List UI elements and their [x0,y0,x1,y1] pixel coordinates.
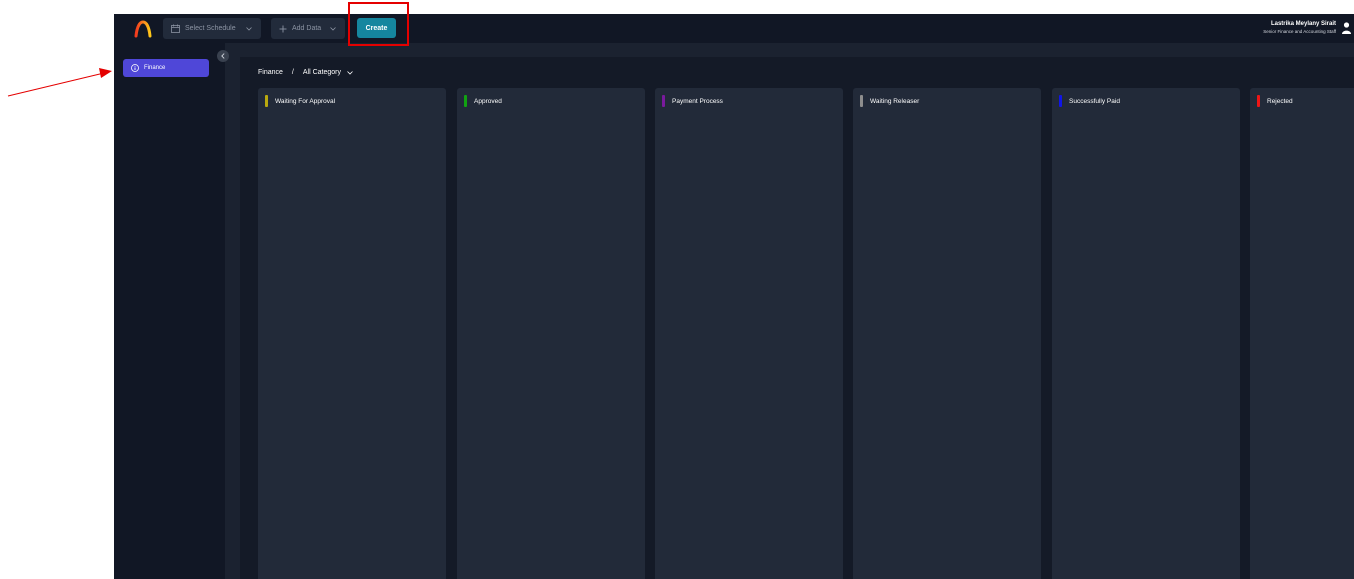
column-header: Rejected [1257,95,1293,107]
add-data-label: Add Data [292,25,322,32]
column-header: Successfully Paid [1059,95,1120,107]
add-data-dropdown[interactable]: Add Data [271,18,345,39]
sidebar: Finance [114,43,225,579]
column-waiting-for-approval: Waiting For Approval [258,88,446,579]
status-color-bar [1257,95,1260,107]
plus-icon [279,25,287,32]
column-header: Waiting Releaser [860,95,919,107]
column-header: Payment Process [662,95,723,107]
board-panel: Finance / All Category Waiting For Appro… [240,57,1354,579]
chevron-down-icon [347,70,353,75]
column-title: Waiting Releaser [870,97,920,105]
category-dropdown[interactable]: All Category [303,69,353,76]
select-schedule-dropdown[interactable]: Select Schedule [163,18,261,39]
category-label: All Category [302,69,341,76]
breadcrumb-separator: / [291,69,294,76]
sidebar-item-label: Finance [144,65,166,71]
annotation-arrow-icon [7,68,112,97]
column-header: Approved [464,95,502,107]
chevron-left-icon [221,53,225,59]
breadcrumb: Finance / All Category [258,69,353,76]
column-title: Waiting For Approval [275,97,336,105]
status-color-bar [860,95,863,107]
chevron-down-icon [245,26,252,31]
column-successfully-paid: Successfully Paid [1052,88,1240,579]
column-title: Rejected [1267,97,1293,105]
chevron-down-icon [330,26,336,31]
app-window: Select Schedule Add Data Create Lastrika… [114,14,1354,579]
status-color-bar [662,95,665,107]
column-payment-process: Payment Process [655,88,843,579]
collapse-sidebar-button[interactable] [217,50,229,62]
status-color-bar [265,95,268,107]
user-avatar-icon[interactable] [1342,22,1351,34]
select-schedule-label: Select Schedule [185,25,236,32]
annotation-highlight-box [348,2,409,46]
sidebar-item-finance[interactable]: Finance [123,59,209,77]
status-color-bar [464,95,467,107]
column-header: Waiting For Approval [265,95,335,107]
app-logo[interactable] [134,20,152,38]
column-approved: Approved [457,88,645,579]
column-title: Payment Process [672,97,723,105]
top-bar: Select Schedule Add Data Create Lastrika… [114,14,1354,43]
user-info[interactable]: Lastrika Meylany Sirait Senior Finance a… [1263,20,1336,36]
column-title: Approved [474,97,502,105]
user-name: Lastrika Meylany Sirait [1270,21,1336,27]
column-rejected: Rejected [1250,88,1354,579]
column-title: Successfully Paid [1069,97,1120,105]
status-color-bar [1059,95,1062,107]
user-role: Senior Finance and Accounting Staff [1263,29,1336,34]
breadcrumb-root[interactable]: Finance [258,69,283,76]
calendar-icon [171,24,180,33]
column-waiting-releaser: Waiting Releaser [853,88,1041,579]
info-circle-icon [131,64,139,72]
